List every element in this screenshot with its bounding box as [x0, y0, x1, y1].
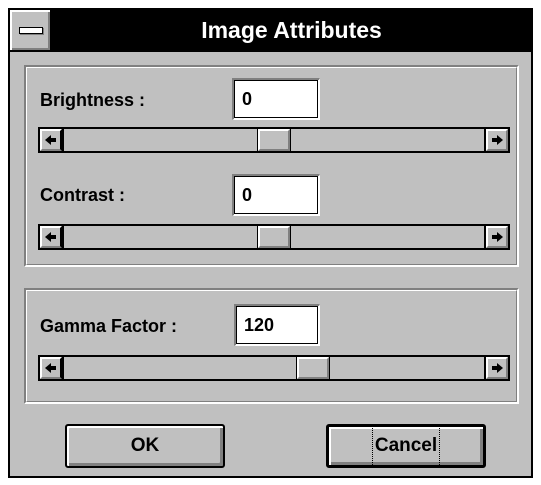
slider-track[interactable]	[64, 128, 484, 152]
image-attributes-dialog: Image Attributes Brightness : 0 Contrast…	[8, 8, 533, 478]
title-bar[interactable]: Image Attributes	[10, 10, 531, 52]
cancel-button[interactable]: Cancel	[326, 424, 486, 468]
ok-button-label: OK	[130, 435, 160, 456]
gamma-input[interactable]: 120	[234, 304, 320, 346]
arrow-left-icon[interactable]	[40, 226, 64, 248]
arrow-right-icon[interactable]	[484, 357, 508, 379]
slider-track[interactable]	[64, 225, 484, 249]
slider-thumb[interactable]	[257, 128, 291, 152]
gamma-label: Gamma Factor :	[40, 316, 178, 336]
system-menu-icon[interactable]	[10, 10, 52, 50]
arrow-left-icon[interactable]	[40, 129, 64, 151]
arrow-left-icon[interactable]	[40, 357, 64, 379]
brightness-label: Brightness :	[40, 90, 146, 110]
contrast-input[interactable]: 0	[232, 174, 320, 216]
arrow-right-icon[interactable]	[484, 129, 508, 151]
window-title: Image Attributes	[201, 17, 382, 43]
contrast-label: Contrast :	[40, 185, 125, 205]
brightness-slider[interactable]	[38, 127, 510, 153]
brightness-input[interactable]: 0	[232, 78, 320, 120]
slider-thumb[interactable]	[296, 356, 330, 380]
ok-button[interactable]: OK	[65, 424, 225, 468]
slider-thumb[interactable]	[257, 225, 291, 249]
gamma-slider[interactable]	[38, 355, 510, 381]
slider-track[interactable]	[64, 356, 484, 380]
cancel-button-label: Cancel	[371, 425, 441, 467]
arrow-right-icon[interactable]	[484, 226, 508, 248]
contrast-slider[interactable]	[38, 224, 510, 250]
